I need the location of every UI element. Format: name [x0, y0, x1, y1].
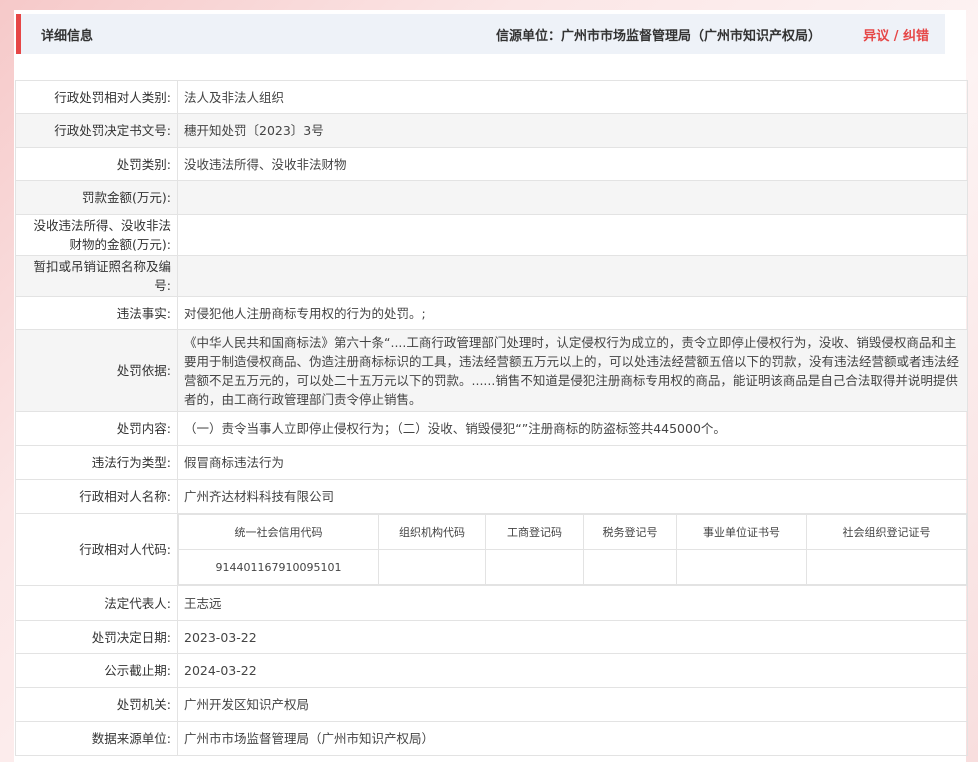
legal-rep-label: 法定代表人: — [15, 585, 178, 621]
credit-code-value: 914401167910095101 — [178, 549, 379, 585]
content-label: 处罚内容: — [15, 411, 178, 446]
license-value — [177, 255, 968, 297]
confiscation-value — [177, 214, 968, 256]
data-source-value: 广州市市场监督管理局（广州市知识产权局） — [177, 721, 968, 756]
party-name-label: 行政相对人名称: — [15, 479, 178, 514]
table-row: 罚款金额(万元): — [15, 180, 968, 215]
table-row: 行政相对人名称: 广州齐达材料科技有限公司 — [15, 479, 968, 514]
license-label: 暂扣或吊销证照名称及编号: — [15, 255, 178, 297]
table-row: 行政处罚决定书文号: 穗开知处罚〔2023〕3号 — [15, 113, 968, 148]
table-row: 行政处罚相对人类别: 法人及非法人组织 — [15, 80, 968, 114]
content-value: （一）责令当事人立即停止侵权行为；（二）没收、销毁侵犯“”注册商标的防盗标签共4… — [177, 411, 968, 446]
table-row: 行政相对人代码: 统一社会信用代码 组织机构代码 工商登记码 税务登记号 事业单… — [15, 513, 968, 586]
table-row: 没收违法所得、没收非法财物的金额(万元): — [15, 214, 968, 256]
table-row: 违法行为类型: 假冒商标违法行为 — [15, 445, 968, 480]
party-name-value: 广州齐达材料科技有限公司 — [177, 479, 968, 514]
party-type-value: 法人及非法人组织 — [177, 80, 968, 114]
fine-value — [177, 180, 968, 215]
table-row: 处罚类别: 没收违法所得、没收非法财物 — [15, 147, 968, 181]
code-header: 社会组织登记证号 — [806, 514, 967, 550]
party-code-value: 统一社会信用代码 组织机构代码 工商登记码 税务登记号 事业单位证书号 社会组织… — [177, 513, 968, 586]
party-type-label: 行政处罚相对人类别: — [15, 80, 178, 114]
data-source-label: 数据来源单位: — [15, 721, 178, 756]
code-header-row: 统一社会信用代码 组织机构代码 工商登记码 税务登记号 事业单位证书号 社会组织… — [178, 514, 967, 550]
table-row: 处罚机关: 广州开发区知识产权局 — [15, 687, 968, 722]
confiscation-label: 没收违法所得、没收非法财物的金额(万元): — [15, 214, 178, 256]
code-table: 统一社会信用代码 组织机构代码 工商登记码 税务登记号 事业单位证书号 社会组织… — [178, 514, 967, 585]
basis-value: 《中华人民共和国商标法》第六十条“....工商行政管理部门处理时，认定侵权行为成… — [177, 329, 968, 412]
table-row: 处罚依据: 《中华人民共和国商标法》第六十条“....工商行政管理部门处理时，认… — [15, 329, 968, 412]
source-unit: 信源单位：广州市市场监督管理局（广州市知识产权局） — [495, 29, 821, 44]
social-org-value — [806, 549, 967, 585]
table-row: 法定代表人: 王志远 — [15, 585, 968, 621]
table-row: 暂扣或吊销证照名称及编号: — [15, 255, 968, 297]
party-code-label: 行政相对人代码: — [15, 513, 178, 586]
feedback-link[interactable]: 异议 / 纠错 — [863, 25, 929, 44]
penalty-type-label: 处罚类别: — [15, 147, 178, 181]
authority-label: 处罚机关: — [15, 687, 178, 722]
table-row: 公示截止期: 2024-03-22 — [15, 653, 968, 688]
table-row: 处罚决定日期: 2023-03-22 — [15, 620, 968, 654]
penalty-type-value: 没收违法所得、没收非法财物 — [177, 147, 968, 181]
institution-cert-value — [676, 549, 807, 585]
decision-date-label: 处罚决定日期: — [15, 620, 178, 654]
code-header: 统一社会信用代码 — [178, 514, 379, 550]
decision-no-value: 穗开知处罚〔2023〕3号 — [177, 113, 968, 148]
decision-no-label: 行政处罚决定书文号: — [15, 113, 178, 148]
tax-reg-value — [583, 549, 677, 585]
basis-label: 处罚依据: — [15, 329, 178, 412]
code-header: 事业单位证书号 — [676, 514, 807, 550]
code-header: 工商登记码 — [485, 514, 584, 550]
business-reg-value — [485, 549, 584, 585]
table-row: 处罚内容: （一）责令当事人立即停止侵权行为；（二）没收、销毁侵犯“”注册商标的… — [15, 411, 968, 446]
table-row: 数据来源单位: 广州市市场监督管理局（广州市知识产权局） — [15, 721, 968, 756]
section-header: 详细信息 信源单位：广州市市场监督管理局（广州市知识产权局） 异议 / 纠错 — [16, 14, 945, 54]
code-value-row: 914401167910095101 — [178, 549, 967, 585]
authority-value: 广州开发区知识产权局 — [177, 687, 968, 722]
section-title: 详细信息 — [41, 29, 94, 44]
detail-table: 行政处罚相对人类别: 法人及非法人组织 行政处罚决定书文号: 穗开知处罚〔202… — [15, 80, 968, 756]
org-code-value — [378, 549, 486, 585]
table-row: 违法事实: 对侵犯他人注册商标专用权的行为的处罚。; — [15, 296, 968, 330]
facts-label: 违法事实: — [15, 296, 178, 330]
fine-label: 罚款金额(万元): — [15, 180, 178, 215]
violation-type-value: 假冒商标违法行为 — [177, 445, 968, 480]
legal-rep-value: 王志远 — [177, 585, 968, 621]
violation-type-label: 违法行为类型: — [15, 445, 178, 480]
publish-end-value: 2024-03-22 — [177, 653, 968, 688]
decision-date-value: 2023-03-22 — [177, 620, 968, 654]
code-header: 税务登记号 — [583, 514, 677, 550]
facts-value: 对侵犯他人注册商标专用权的行为的处罚。; — [177, 296, 968, 330]
code-header: 组织机构代码 — [378, 514, 486, 550]
publish-end-label: 公示截止期: — [15, 653, 178, 688]
